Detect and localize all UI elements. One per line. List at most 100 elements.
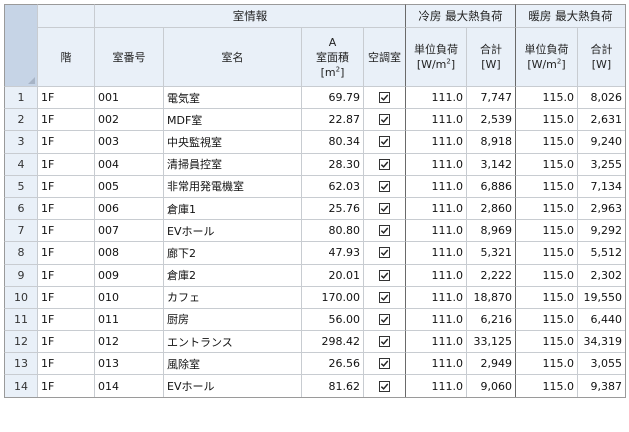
aircon-checkbox[interactable] (379, 225, 390, 237)
cell-cool-total[interactable]: 2,539 (466, 108, 515, 131)
cell-room-name[interactable]: EVホール (163, 219, 301, 242)
cell-area[interactable]: 20.01 (301, 263, 363, 286)
cell-heat-unit[interactable]: 115.0 (515, 352, 577, 375)
row-number[interactable]: 10 (4, 285, 37, 308)
cell-floor[interactable]: 1F (37, 352, 94, 375)
cell-room-name[interactable]: 中央監視室 (163, 130, 301, 153)
column-header-area[interactable]: A 室面積 [m2] (301, 27, 363, 86)
cell-cool-total[interactable]: 2,860 (466, 196, 515, 220)
cell-area[interactable]: 22.87 (301, 108, 363, 131)
cell-room-no[interactable]: 013 (94, 352, 163, 375)
cell-floor[interactable]: 1F (37, 374, 94, 397)
cell-cool-total[interactable]: 18,870 (466, 285, 515, 308)
aircon-checkbox[interactable] (379, 336, 390, 348)
cell-cool-unit[interactable]: 111.0 (405, 174, 466, 197)
cell-cool-unit[interactable]: 111.0 (405, 285, 466, 308)
cell-room-name[interactable]: エントランス (163, 330, 301, 353)
cell-floor[interactable]: 1F (37, 263, 94, 286)
cell-area[interactable]: 80.34 (301, 130, 363, 153)
cell-aircon[interactable] (363, 307, 405, 331)
cell-area[interactable]: 298.42 (301, 330, 363, 353)
aircon-checkbox[interactable] (379, 380, 390, 392)
cell-aircon[interactable] (363, 86, 405, 109)
cell-aircon[interactable] (363, 219, 405, 242)
cell-cool-total[interactable]: 6,886 (466, 174, 515, 197)
cell-room-name[interactable]: 倉庫1 (163, 196, 301, 220)
cell-cool-unit[interactable]: 111.0 (405, 241, 466, 264)
select-all-corner[interactable] (4, 4, 37, 86)
cell-aircon[interactable] (363, 330, 405, 353)
row-number[interactable]: 5 (4, 174, 37, 197)
cell-room-no[interactable]: 006 (94, 196, 163, 220)
cell-floor[interactable]: 1F (37, 241, 94, 264)
cell-heat-unit[interactable]: 115.0 (515, 196, 577, 220)
cell-room-name[interactable]: 廊下2 (163, 241, 301, 264)
cell-heat-total[interactable]: 5,512 (577, 241, 625, 264)
cell-area[interactable]: 56.00 (301, 307, 363, 331)
cell-floor[interactable]: 1F (37, 86, 94, 109)
cell-heat-total[interactable]: 2,963 (577, 196, 625, 220)
row-number[interactable]: 6 (4, 196, 37, 220)
cell-heat-unit[interactable]: 115.0 (515, 374, 577, 397)
cell-floor[interactable]: 1F (37, 219, 94, 242)
cell-heat-total[interactable]: 3,255 (577, 152, 625, 175)
cell-area[interactable]: 62.03 (301, 174, 363, 197)
row-number[interactable]: 7 (4, 219, 37, 242)
cell-heat-total[interactable]: 9,292 (577, 219, 625, 242)
cell-room-name[interactable]: カフェ (163, 285, 301, 308)
cell-heat-total[interactable]: 6,440 (577, 307, 625, 331)
cell-area[interactable]: 47.93 (301, 241, 363, 264)
cell-room-name[interactable]: 電気室 (163, 86, 301, 109)
cell-aircon[interactable] (363, 108, 405, 131)
cell-heat-total[interactable]: 2,631 (577, 108, 625, 131)
cell-area[interactable]: 80.80 (301, 219, 363, 242)
cell-aircon[interactable] (363, 130, 405, 153)
cell-cool-unit[interactable]: 111.0 (405, 263, 466, 286)
cell-room-no[interactable]: 010 (94, 285, 163, 308)
cell-aircon[interactable] (363, 174, 405, 197)
cell-aircon[interactable] (363, 352, 405, 375)
cell-floor[interactable]: 1F (37, 174, 94, 197)
cell-room-no[interactable]: 001 (94, 86, 163, 109)
cell-cool-total[interactable]: 7,747 (466, 86, 515, 109)
cell-heat-unit[interactable]: 115.0 (515, 86, 577, 109)
column-header-room-no[interactable]: 室番号 (94, 27, 163, 86)
cell-aircon[interactable] (363, 374, 405, 397)
cell-heat-unit[interactable]: 115.0 (515, 174, 577, 197)
cell-room-no[interactable]: 003 (94, 130, 163, 153)
cell-floor[interactable]: 1F (37, 307, 94, 331)
aircon-checkbox[interactable] (379, 313, 390, 325)
cell-room-no[interactable]: 004 (94, 152, 163, 175)
cell-room-no[interactable]: 005 (94, 174, 163, 197)
aircon-checkbox[interactable] (379, 136, 390, 148)
cell-aircon[interactable] (363, 241, 405, 264)
row-number[interactable]: 4 (4, 152, 37, 175)
cell-floor[interactable]: 1F (37, 152, 94, 175)
cell-area[interactable]: 26.56 (301, 352, 363, 375)
cell-room-no[interactable]: 011 (94, 307, 163, 331)
cell-floor[interactable]: 1F (37, 330, 94, 353)
cell-heat-total[interactable]: 9,240 (577, 130, 625, 153)
column-header-cool-total[interactable]: 合計 [W] (466, 27, 515, 86)
cell-area[interactable]: 69.79 (301, 86, 363, 109)
row-number[interactable]: 1 (4, 86, 37, 109)
cell-heat-total[interactable]: 9,387 (577, 374, 625, 397)
cell-cool-unit[interactable]: 111.0 (405, 130, 466, 153)
cell-room-no[interactable]: 009 (94, 263, 163, 286)
cell-cool-unit[interactable]: 111.0 (405, 196, 466, 220)
cell-aircon[interactable] (363, 285, 405, 308)
cell-heat-total[interactable]: 7,134 (577, 174, 625, 197)
aircon-checkbox[interactable] (379, 269, 390, 281)
row-number[interactable]: 12 (4, 330, 37, 353)
row-number[interactable]: 11 (4, 307, 37, 331)
column-header-floor[interactable]: 階 (37, 27, 94, 86)
cell-cool-total[interactable]: 5,321 (466, 241, 515, 264)
cell-cool-total[interactable]: 6,216 (466, 307, 515, 331)
cell-heat-unit[interactable]: 115.0 (515, 241, 577, 264)
column-header-cool-unit[interactable]: 単位負荷 [W/m2] (405, 27, 466, 86)
cell-cool-total[interactable]: 33,125 (466, 330, 515, 353)
aircon-checkbox[interactable] (379, 291, 390, 303)
cell-area[interactable]: 25.76 (301, 196, 363, 220)
cell-floor[interactable]: 1F (37, 108, 94, 131)
aircon-checkbox[interactable] (379, 203, 390, 215)
